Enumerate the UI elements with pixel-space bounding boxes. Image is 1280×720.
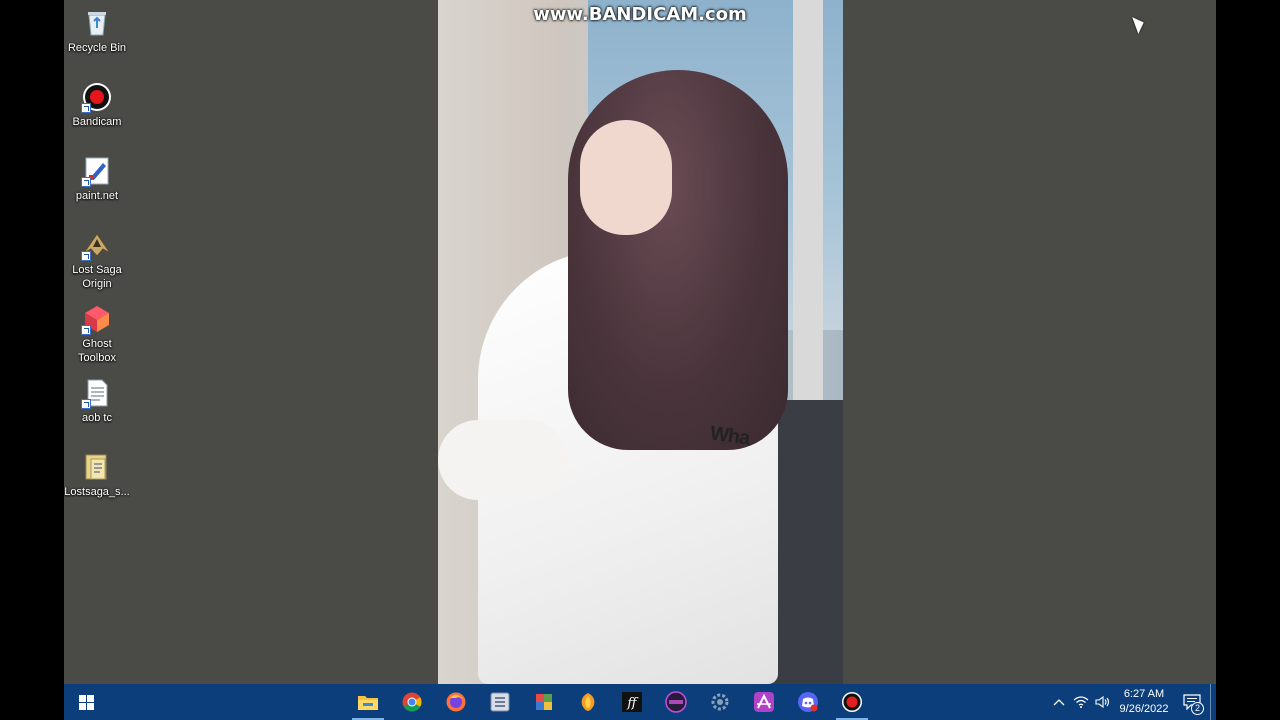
paint-net-icon	[81, 155, 113, 187]
chrome-icon	[402, 692, 422, 712]
desktop-icon-bandicam[interactable]: Bandicam	[64, 81, 130, 130]
taskbar-bandicam[interactable]	[832, 684, 872, 720]
desktop-icon-ghost-toolbox[interactable]: Ghost Toolbox	[64, 303, 130, 365]
app-icon	[490, 692, 510, 712]
taskbar-chrome[interactable]	[392, 684, 432, 720]
bandicam-watermark: www.BANDICAM.com	[533, 4, 747, 25]
desktop-icon-label: aob tc	[82, 412, 112, 424]
volume-icon[interactable]	[1092, 684, 1114, 720]
notification-count-badge: 2	[1190, 702, 1204, 715]
taskbar-affinity[interactable]	[744, 684, 784, 720]
firefox-icon	[446, 692, 466, 712]
taskbar-discord[interactable]	[788, 684, 828, 720]
touch-icon	[665, 691, 687, 713]
fl-studio-icon	[581, 693, 595, 711]
taskbar-firefox[interactable]	[436, 684, 476, 720]
app-icon	[536, 694, 552, 710]
clock-date: 9/26/2022	[1119, 703, 1169, 715]
desktop-icon-paint-net[interactable]: paint.net	[64, 155, 130, 204]
show-hidden-icons-chevron-up-icon[interactable]	[1048, 684, 1070, 720]
shortcut-arrow-icon	[81, 103, 91, 113]
folder-icon	[358, 696, 378, 710]
ff-icon: ff	[622, 692, 642, 712]
shortcut-arrow-icon	[81, 325, 91, 335]
start-button[interactable]	[64, 684, 108, 720]
show-desktop-button[interactable]	[1210, 684, 1216, 720]
desktop-icon-lostsaga-file[interactable]: Lostsaga_s...	[64, 451, 130, 500]
mouse-cursor-icon	[1132, 14, 1147, 34]
taskbar-fl-studio[interactable]	[568, 684, 608, 720]
desktop[interactable]: Recycle Bin Bandicam paint.net Lost Saga…	[64, 0, 1216, 684]
desktop-icon-label: Lostsaga_s...	[64, 486, 130, 498]
desktop-icon-lost-saga[interactable]: Lost Saga Origin	[64, 229, 130, 291]
wallpaper-face	[580, 120, 672, 235]
shortcut-arrow-icon	[81, 399, 91, 409]
windows-logo-icon	[78, 694, 94, 710]
wifi-icon[interactable]	[1070, 684, 1092, 720]
desktop-icon-recycle-bin[interactable]: Recycle Bin	[64, 7, 130, 56]
lost-saga-icon	[81, 229, 113, 261]
letterbox-right	[1216, 0, 1280, 720]
taskbar-touch-app[interactable]	[656, 684, 696, 720]
desktop-icon-label: Recycle Bin	[67, 42, 127, 54]
shortcut-arrow-icon	[81, 177, 91, 187]
desktop-icon-label: Bandicam	[72, 116, 122, 128]
taskbar-app-4[interactable]	[480, 684, 520, 720]
gear-icon	[711, 693, 729, 711]
discord-icon	[798, 692, 818, 712]
bandicam-icon	[81, 81, 113, 113]
taskbar-ff-app[interactable]: ff	[612, 684, 652, 720]
letterbox-left	[0, 0, 64, 720]
record-icon	[842, 692, 862, 712]
taskbar-app-5[interactable]	[524, 684, 564, 720]
desktop-icon-label: Lost Saga Origin	[72, 264, 122, 290]
action-center-button[interactable]: 2	[1174, 684, 1210, 720]
folder-file-icon	[81, 451, 113, 483]
clock-time: 6:27 AM	[1123, 688, 1165, 700]
ghost-toolbox-icon	[81, 303, 113, 335]
affinity-icon	[754, 692, 774, 712]
desktop-icon-label: paint.net	[75, 190, 119, 202]
taskbar: ff 6:27 AM 9/26/2022 2	[64, 684, 1216, 720]
taskbar-clock[interactable]: 6:27 AM 9/26/2022	[1114, 687, 1174, 717]
desktop-icon-label: Ghost Toolbox	[78, 338, 116, 364]
shortcut-arrow-icon	[81, 251, 91, 261]
wallpaper-photo: Wha	[438, 0, 843, 684]
taskbar-file-explorer[interactable]	[348, 684, 388, 720]
desktop-icon-aob-tc[interactable]: aob tc	[64, 377, 130, 426]
taskbar-settings-app[interactable]	[700, 684, 740, 720]
recycle-bin-icon	[81, 7, 113, 39]
text-file-icon	[81, 377, 113, 409]
system-tray: 6:27 AM 9/26/2022 2	[1048, 684, 1216, 720]
wallpaper-arm	[438, 420, 568, 500]
